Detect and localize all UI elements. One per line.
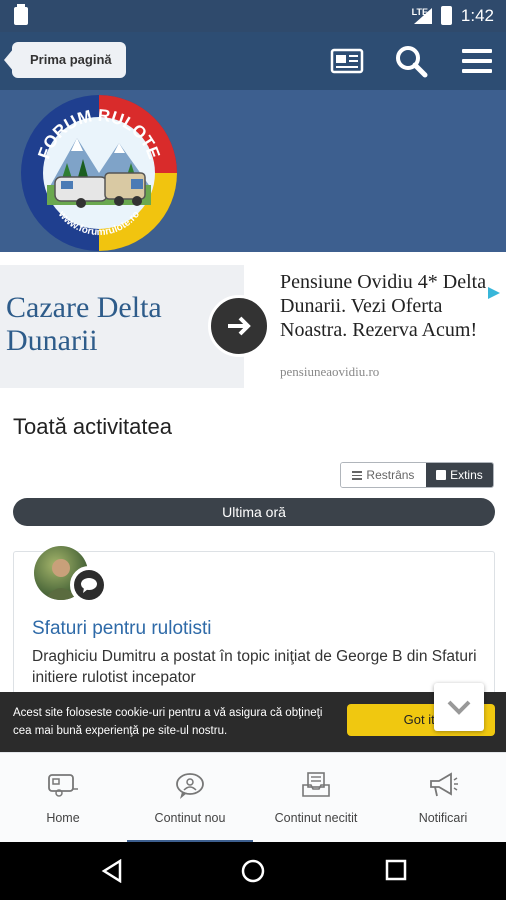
hamburger-menu-icon[interactable] (460, 44, 494, 78)
nav-new-content-label: Continut nou (154, 811, 226, 825)
arrow-right-icon (228, 316, 251, 336)
home-circle-icon[interactable] (241, 859, 265, 883)
caravan-icon (48, 774, 78, 797)
nav-home[interactable]: Home (0, 753, 126, 843)
back-triangle-icon[interactable] (100, 859, 124, 883)
system-nav-bar (0, 842, 506, 900)
forum-logo[interactable]: FORUM RULOTE www.forumrulote.ro (19, 93, 179, 253)
activity-description: Draghiciu Dumitru a postat în topic iniţ… (32, 648, 477, 686)
ad-body: Pensiune Ovidiu 4* Delta Dunarii. Vezi O… (280, 271, 487, 341)
cookie-text: Acest site foloseste cookie-uri pentru a… (13, 707, 323, 737)
ad-info-icon[interactable] (486, 285, 502, 301)
ad-arrow-button[interactable] (208, 295, 270, 357)
activity-feed-icon[interactable] (330, 44, 364, 78)
logo-banner: FORUM RULOTE www.forumrulote.ro (0, 90, 506, 252)
toggle-expanded-label: Extins (450, 468, 483, 482)
recents-square-icon[interactable] (385, 859, 407, 881)
view-toggle: Restrâns Extins (340, 462, 494, 488)
sd-card-icon (14, 4, 28, 25)
status-bar: LTE 1:42 (0, 0, 506, 32)
megaphone-icon (430, 772, 458, 797)
search-icon[interactable] (394, 44, 428, 78)
toggle-expanded-button[interactable]: Extins (425, 463, 493, 487)
activity-title-link[interactable]: Sfaturi pentru rulotisti (32, 618, 212, 640)
back-home-button[interactable]: Prima pagină (4, 42, 126, 78)
status-time: 1:42 (460, 6, 494, 25)
nav-home-label: Home (46, 811, 80, 825)
activity-card: Sfaturi pentru rulotisti Draghiciu Dumit… (13, 546, 495, 701)
time-filter-button[interactable]: Ultima oră (13, 498, 495, 526)
chat-bubble-icon (176, 773, 204, 799)
nav-notifications[interactable]: Notificari (380, 753, 506, 843)
toggle-collapsed-label: Restrâns (366, 468, 415, 482)
scroll-down-button[interactable] (434, 683, 484, 731)
signal-icon (414, 8, 432, 24)
battery-icon (441, 6, 452, 25)
chevron-down-icon (447, 700, 471, 715)
page-title: Toată activitatea (13, 414, 172, 439)
nav-unread-content-label: Continut necitit (274, 811, 358, 825)
ad-headline: Cazare Delta Dunarii (6, 291, 162, 357)
nav-notifications-label: Notificari (418, 811, 468, 825)
comment-badge-icon (70, 566, 108, 604)
inbox-icon (302, 772, 330, 797)
bottom-navigation: Home Continut nou Continut necitit Notif… (0, 752, 506, 843)
ad-banner[interactable]: Cazare Delta Dunarii Pensiune Ovidiu 4* … (0, 265, 506, 388)
toggle-collapsed-button[interactable]: Restrâns (341, 463, 426, 487)
ad-panel: Pensiune Ovidiu 4* Delta Dunarii. Vezi O… (244, 265, 506, 388)
square-icon (436, 470, 447, 480)
ad-url: pensiuneaovidiu.ro (280, 364, 380, 379)
nav-new-content[interactable]: Continut nou (127, 753, 253, 843)
list-icon (352, 470, 363, 480)
app-header: Prima pagină (0, 32, 506, 90)
nav-unread-content[interactable]: Continut necitit (253, 753, 379, 843)
cookie-banner: Acest site foloseste cookie-uri pentru a… (0, 692, 506, 752)
